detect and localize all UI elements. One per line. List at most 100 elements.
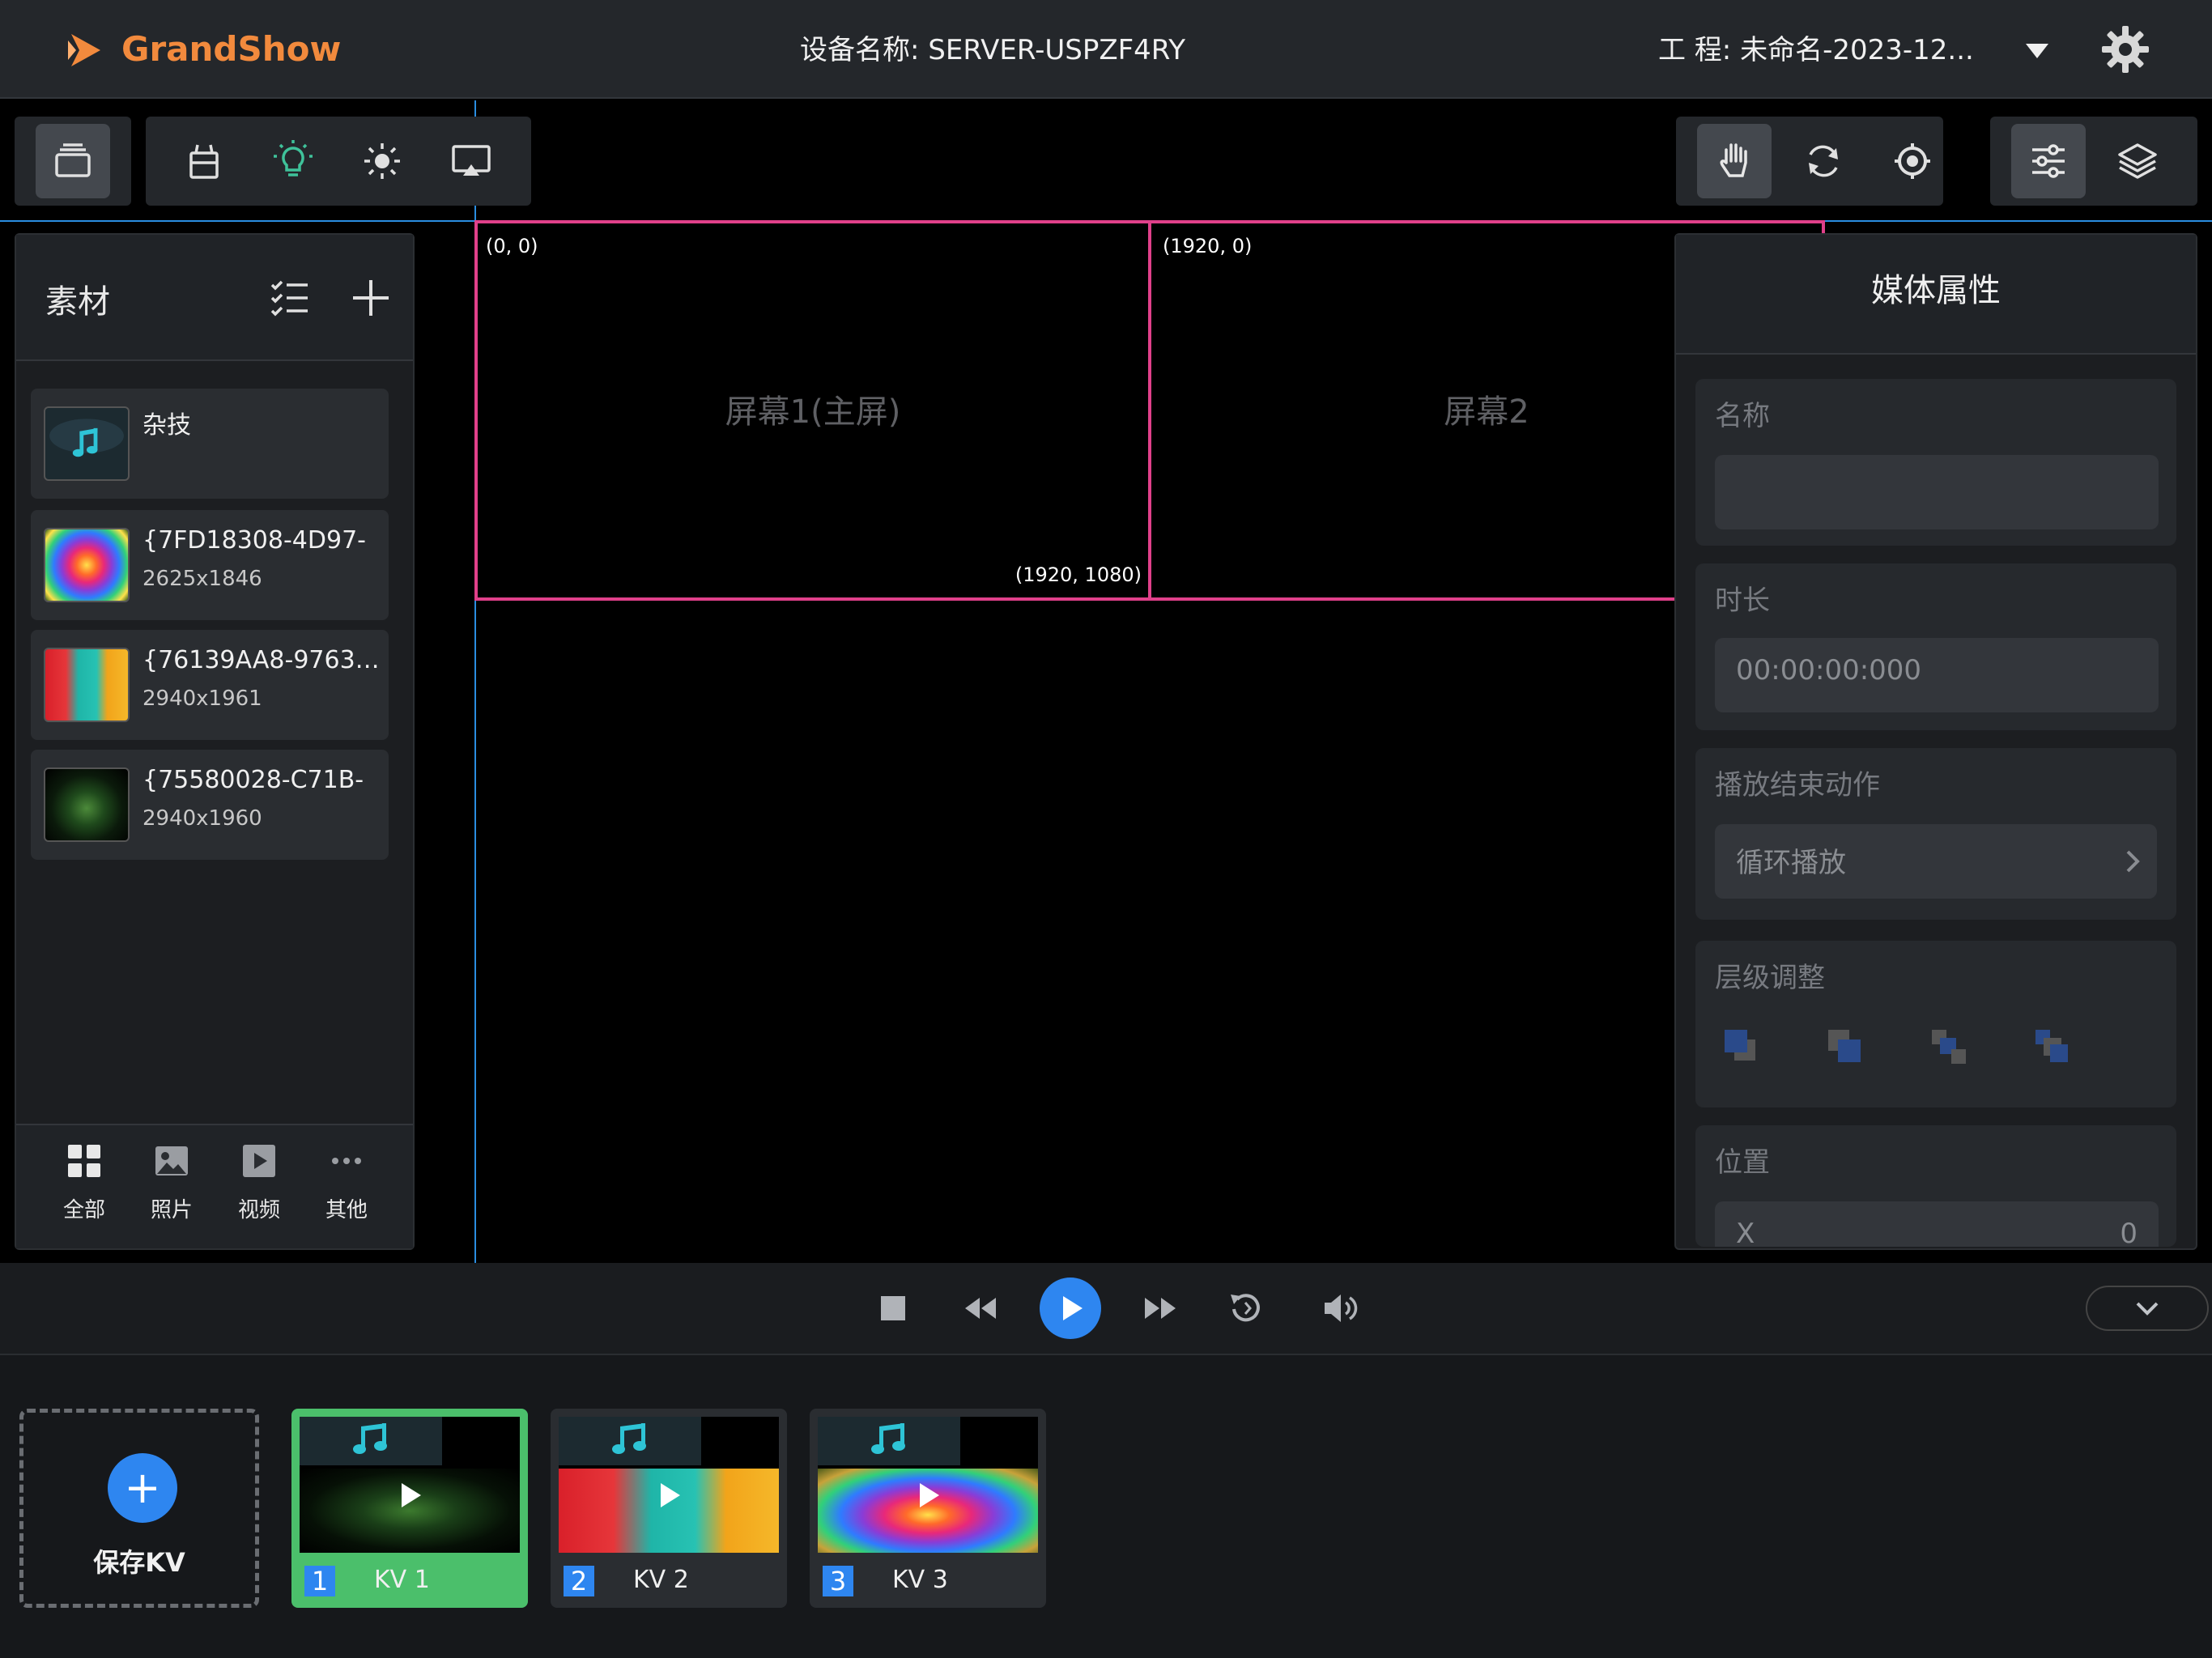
- asset-size: 2625x1846: [143, 567, 262, 591]
- asset-item[interactable]: {7FD18308-4D97- 2625x1846: [31, 510, 389, 620]
- name-input[interactable]: [1715, 455, 2159, 529]
- light-button[interactable]: [256, 124, 330, 198]
- end-action-select[interactable]: 循环播放: [1715, 824, 2157, 899]
- project-dropdown-icon[interactable]: [2019, 32, 2055, 68]
- toolbar-group-tools: [146, 117, 531, 206]
- filter-tab-label: 全部: [62, 1198, 105, 1222]
- pan-button[interactable]: [1697, 124, 1772, 198]
- kv-thumbnail: [818, 1417, 1038, 1553]
- replay-icon: [1231, 1294, 1260, 1322]
- save-kv-button[interactable]: + 保存KV: [19, 1409, 259, 1608]
- kv-item[interactable]: 1 KV 1: [291, 1409, 528, 1608]
- kv-number: 3: [823, 1566, 853, 1596]
- screen-1-origin-coord: (0, 0): [486, 235, 538, 257]
- more-icon: [332, 1158, 361, 1164]
- kv-item[interactable]: 2 KV 2: [551, 1409, 787, 1608]
- chevron-down-icon: [2136, 1302, 2159, 1316]
- asset-thumbnail: [44, 767, 130, 842]
- properties-toggle-button[interactable]: [2011, 124, 2086, 198]
- filter-tab-label: 照片: [150, 1198, 193, 1222]
- prop-end-action-section: 播放结束动作 循环播放: [1695, 748, 2176, 920]
- properties-panel-title: 媒体属性: [1871, 272, 2001, 309]
- sliders-icon: [2032, 144, 2065, 178]
- layer-stack-button[interactable]: [2100, 124, 2175, 198]
- position-x-input[interactable]: X 0: [1715, 1201, 2159, 1247]
- asset-name: {7FD18308-4D97-: [143, 526, 366, 555]
- asset-thumbnail: [44, 406, 130, 481]
- center-button[interactable]: [1875, 124, 1950, 198]
- checklist-icon[interactable]: [267, 275, 313, 321]
- transport-bar: [0, 1263, 2212, 1354]
- stop-button[interactable]: [865, 1280, 921, 1337]
- toolbar-group-panels: [1990, 117, 2197, 206]
- asset-name: {76139AA8-9763-D1...: [143, 646, 385, 674]
- volume-button[interactable]: [1312, 1280, 1368, 1337]
- image-icon: [155, 1146, 188, 1175]
- layers-icon: [55, 143, 91, 177]
- cast-icon: [452, 145, 491, 176]
- prop-end-action-label: 播放结束动作: [1715, 769, 1880, 801]
- cast-button[interactable]: [434, 124, 508, 198]
- screen-2-origin-coord: (1920, 0): [1163, 235, 1253, 257]
- add-asset-icon[interactable]: [348, 275, 393, 321]
- move-backward-icon[interactable]: [1929, 1027, 1971, 1069]
- position-x-value: 0: [2120, 1218, 2138, 1247]
- project-name-label[interactable]: 工 程: 未命名-2023-12...: [1658, 31, 1974, 70]
- prop-position-label: 位置: [1715, 1146, 1770, 1179]
- grandshow-logo-icon: [68, 34, 100, 66]
- music-note-icon: [871, 1423, 905, 1454]
- hand-icon: [1720, 143, 1747, 177]
- kv-item[interactable]: 3 KV 3: [810, 1409, 1046, 1608]
- assets-panel: 素材 杂技 {7FD18308-4D97- 2625x1846 {76139AA…: [15, 233, 415, 1250]
- move-forward-icon[interactable]: [2032, 1027, 2074, 1069]
- filter-tab-other[interactable]: 其他: [306, 1141, 387, 1239]
- filter-tab-photos[interactable]: 照片: [131, 1141, 212, 1239]
- filter-tab-label: 其他: [325, 1198, 368, 1222]
- kv-label: KV 2: [633, 1566, 689, 1594]
- filter-tab-videos[interactable]: 视频: [219, 1141, 300, 1239]
- volume-icon: [1325, 1295, 1358, 1322]
- duration-input-value: 00:00:00:000: [1736, 654, 1922, 687]
- asset-item[interactable]: {76139AA8-9763-D1... 2940x1961: [31, 630, 389, 740]
- music-note-icon: [612, 1423, 646, 1454]
- filter-tab-all[interactable]: 全部: [44, 1141, 125, 1239]
- bulb-icon: [274, 140, 313, 176]
- kv-number: 2: [564, 1566, 594, 1596]
- asset-size: 2940x1961: [143, 687, 262, 711]
- video-icon: [243, 1145, 275, 1177]
- bring-to-front-icon[interactable]: [1721, 1027, 1763, 1069]
- target-icon: [1895, 143, 1930, 179]
- collapse-kv-button[interactable]: [2086, 1286, 2209, 1331]
- save-kv-label: 保存KV: [93, 1547, 185, 1578]
- kv-number: 1: [304, 1566, 335, 1596]
- music-note-icon: [353, 1423, 387, 1454]
- asset-size: 2940x1960: [143, 806, 262, 831]
- rewind-icon: [965, 1298, 996, 1319]
- send-to-back-icon[interactable]: [1825, 1027, 1867, 1069]
- screen-1-corner-coord: (1920, 1080): [1015, 563, 1142, 586]
- settings-gear-icon[interactable]: [2099, 23, 2152, 76]
- stage-button[interactable]: [167, 124, 241, 198]
- replay-button[interactable]: [1218, 1280, 1274, 1337]
- layers-button[interactable]: [36, 124, 110, 198]
- toolbar-group-view: [1676, 117, 1943, 206]
- fast-forward-button[interactable]: [1132, 1280, 1189, 1337]
- prop-layer-section: 层级调整: [1695, 941, 2176, 1107]
- prop-name-section: 名称: [1695, 379, 2176, 546]
- brightness-icon: [364, 143, 400, 179]
- plus-icon: +: [108, 1453, 177, 1523]
- play-icon: [402, 1483, 421, 1507]
- brightness-button[interactable]: [345, 124, 419, 198]
- rewind-button[interactable]: [952, 1280, 1009, 1337]
- refresh-button[interactable]: [1786, 124, 1861, 198]
- play-icon: [661, 1483, 680, 1507]
- asset-item[interactable]: 杂技: [31, 389, 389, 499]
- play-button[interactable]: [1040, 1278, 1101, 1339]
- kv-label: KV 3: [892, 1566, 948, 1594]
- kv-thumbnail: [300, 1417, 520, 1553]
- play-icon: [1063, 1296, 1083, 1320]
- assets-panel-title: 素材: [45, 283, 110, 321]
- asset-item[interactable]: {75580028-C71B- 2940x1960: [31, 750, 389, 860]
- duration-input[interactable]: 00:00:00:000: [1715, 638, 2159, 712]
- screen-1[interactable]: (0, 0) 屏幕1(主屏) (1920, 1080): [474, 220, 1151, 601]
